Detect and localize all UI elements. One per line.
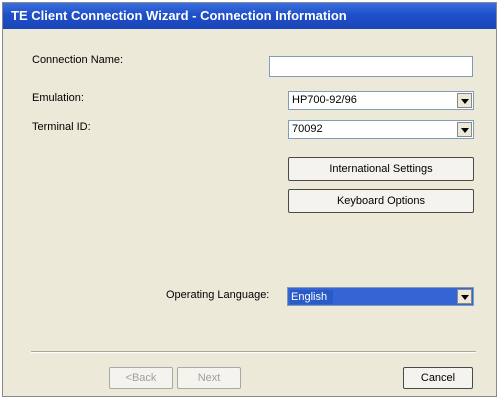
- operating-language-dropdown-button[interactable]: [457, 289, 472, 304]
- chevron-down-icon: [461, 128, 469, 133]
- terminal-id-dropdown-button[interactable]: [457, 122, 472, 137]
- chevron-down-icon: [461, 295, 469, 300]
- international-settings-button[interactable]: International Settings: [288, 157, 474, 181]
- emulation-select[interactable]: HP700-92/96: [288, 91, 474, 110]
- emulation-label: Emulation:: [32, 92, 84, 104]
- back-button[interactable]: <Back: [109, 367, 173, 389]
- connection-name-label: Connection Name:: [32, 54, 124, 66]
- operating-language-value: English: [290, 290, 334, 304]
- emulation-dropdown-button[interactable]: [457, 93, 472, 108]
- cancel-button[interactable]: Cancel: [403, 367, 473, 389]
- terminal-id-label: Terminal ID:: [32, 121, 91, 133]
- next-button[interactable]: Next: [177, 367, 241, 389]
- keyboard-options-button[interactable]: Keyboard Options: [288, 189, 474, 213]
- terminal-id-select[interactable]: 70092: [288, 120, 474, 139]
- title-bar: TE Client Connection Wizard - Connection…: [3, 3, 496, 29]
- button-separator: [31, 351, 476, 353]
- connection-name-input[interactable]: [269, 56, 473, 77]
- emulation-value: HP700-92/96: [292, 94, 357, 106]
- terminal-id-value: 70092: [292, 123, 323, 135]
- operating-language-label: Operating Language:: [166, 289, 270, 301]
- operating-language-select[interactable]: English: [287, 287, 474, 306]
- wizard-window: TE Client Connection Wizard - Connection…: [2, 2, 497, 397]
- chevron-down-icon: [461, 99, 469, 104]
